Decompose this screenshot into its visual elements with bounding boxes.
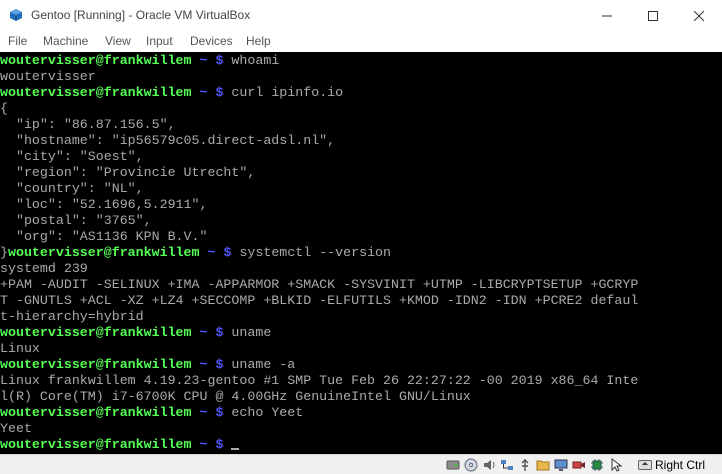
close-button[interactable]: [676, 0, 722, 31]
audio-icon[interactable]: [481, 457, 497, 473]
maximize-button[interactable]: [630, 0, 676, 31]
menu-devices[interactable]: Devices: [190, 34, 233, 48]
prompt-path: ~ $: [199, 245, 232, 260]
prompt-path: ~ $: [191, 85, 224, 100]
menu-machine[interactable]: Machine: [43, 34, 88, 48]
network-icon[interactable]: [499, 457, 515, 473]
prompt-path: ~ $: [191, 325, 224, 340]
prompt-line: woutervisser@frankwillem ~ $ echo Yeet: [0, 405, 303, 421]
status-bar: Right Ctrl: [0, 454, 722, 474]
command-text: echo Yeet: [223, 405, 304, 420]
video-capture-icon[interactable]: [571, 457, 587, 473]
prompt-line: }woutervisser@frankwillem ~ $ systemctl …: [0, 245, 391, 261]
optical-drive-icon[interactable]: [463, 457, 479, 473]
prompt-path: ~ $: [191, 437, 224, 452]
prompt-user: woutervisser@frankwillem: [0, 53, 192, 68]
output-line: woutervisser: [0, 69, 96, 84]
usb-icon[interactable]: [517, 457, 533, 473]
output-line: l(R) Core(TM) i7-6700K CPU @ 4.00GHz Gen…: [0, 389, 471, 404]
prompt-user: woutervisser@frankwillem: [7, 245, 200, 260]
prompt-line: woutervisser@frankwillem ~ $ uname: [0, 325, 271, 341]
menu-help[interactable]: Help: [246, 34, 271, 48]
output-line: systemd 239: [0, 261, 88, 276]
minimize-icon: [602, 15, 612, 16]
command-text: systemctl --version: [231, 245, 392, 260]
menu-bar: File Machine View Input Devices Help: [0, 31, 722, 52]
command-text: curl ipinfo.io: [223, 85, 344, 100]
prompt-prefix: }: [0, 245, 8, 260]
virtualbox-icon: [10, 9, 22, 21]
display-icon[interactable]: [553, 457, 569, 473]
output-line: T -GNUTLS +ACL -XZ +LZ4 +SECCOMP +BLKID …: [0, 293, 639, 308]
window-title: Gentoo [Running] - Oracle VM VirtualBox: [31, 8, 251, 22]
prompt-user: woutervisser@frankwillem: [0, 357, 192, 372]
output-line: Linux: [0, 341, 40, 356]
command-text: whoami: [223, 53, 280, 68]
title-bar[interactable]: Gentoo [Running] - Oracle VM VirtualBox: [0, 0, 722, 31]
prompt-user: woutervisser@frankwillem: [0, 405, 192, 420]
output-line: t-hierarchy=hybrid: [0, 309, 144, 324]
maximize-icon: [648, 10, 658, 21]
menu-input[interactable]: Input: [146, 34, 173, 48]
output-line: "loc": "52.1696,5.2911",: [0, 197, 208, 212]
output-line: +PAM -AUDIT -SELINUX +IMA -APPARMOR +SMA…: [0, 277, 639, 292]
text-cursor: [231, 448, 240, 450]
command-text: uname: [223, 325, 272, 340]
prompt-line: woutervisser@frankwillem ~ $ uname -a: [0, 357, 295, 373]
close-icon: [694, 10, 704, 21]
cpu-icon[interactable]: [589, 457, 605, 473]
prompt-path: ~ $: [191, 357, 224, 372]
prompt-path: ~ $: [191, 405, 224, 420]
prompt-user: woutervisser@frankwillem: [0, 85, 192, 100]
menu-file[interactable]: File: [8, 34, 27, 48]
output-line: "org": "AS1136 KPN B.V.": [0, 229, 208, 244]
command-text: uname -a: [223, 357, 296, 372]
vm-display[interactable]: woutervisser@frankwillem ~ $ whoami woute…: [0, 52, 722, 454]
output-line: Linux frankwillem 4.19.23-gentoo #1 SMP …: [0, 373, 639, 388]
host-key-label[interactable]: Right Ctrl: [655, 458, 705, 472]
prompt-user: woutervisser@frankwillem: [0, 437, 192, 452]
prompt-line: woutervisser@frankwillem ~ $ whoami: [0, 53, 279, 69]
output-line: "ip": "86.87.156.5",: [0, 117, 176, 132]
hard-disk-icon[interactable]: [445, 457, 461, 473]
output-line: "postal": "3765",: [0, 213, 152, 228]
output-line: "country": "NL",: [0, 181, 144, 196]
prompt-line: woutervisser@frankwillem ~ $: [0, 437, 240, 453]
output-line: "hostname": "ip56579c05.direct-adsl.nl",: [0, 133, 336, 148]
minimize-button[interactable]: [584, 0, 630, 31]
shared-folders-icon[interactable]: [535, 457, 551, 473]
output-line: {: [0, 101, 8, 116]
output-line: Yeet: [0, 421, 32, 436]
menu-view[interactable]: View: [105, 34, 131, 48]
prompt-user: woutervisser@frankwillem: [0, 325, 192, 340]
prompt-path: ~ $: [191, 53, 224, 68]
output-line: "city": "Soest",: [0, 149, 144, 164]
mouse-integration-icon[interactable]: [607, 457, 623, 473]
output-line: "region": "Provincie Utrecht",: [0, 165, 256, 180]
host-key-icon: [638, 460, 652, 470]
prompt-line: woutervisser@frankwillem ~ $ curl ipinfo…: [0, 85, 343, 101]
command-text: [223, 437, 231, 452]
